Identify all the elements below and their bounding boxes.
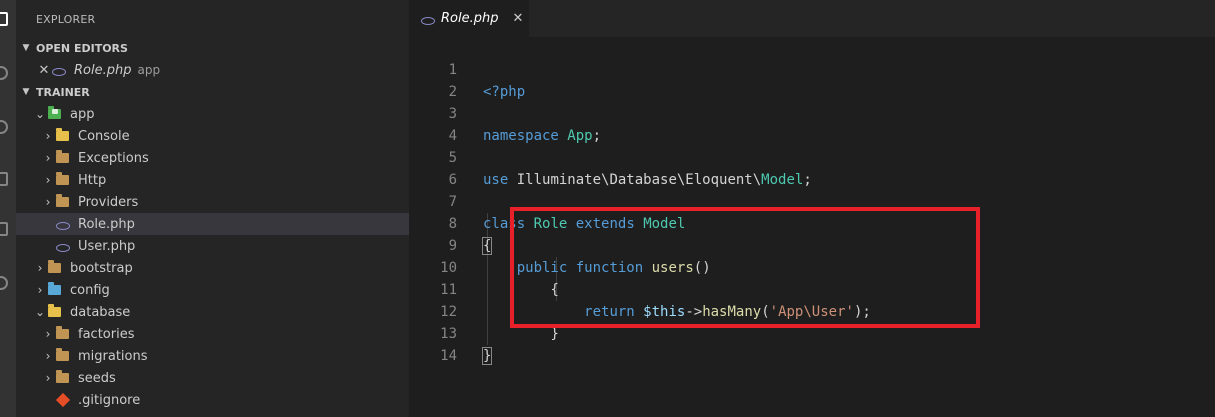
files-icon[interactable] xyxy=(0,12,8,26)
code-line: 1 <?php xyxy=(448,62,526,100)
folder-icon xyxy=(56,172,72,187)
code-line: 9 public function users() xyxy=(448,238,711,276)
chevron-right-icon: › xyxy=(45,151,51,165)
folder-icon xyxy=(56,194,72,209)
chevron-right-icon: › xyxy=(45,349,51,363)
debug-icon[interactable] xyxy=(0,172,8,186)
trainer-header[interactable]: ▼ TRAINER xyxy=(16,81,409,103)
tree-folder-exceptions[interactable]: › Exceptions xyxy=(16,147,409,169)
close-icon[interactable]: ✕ xyxy=(512,11,523,26)
php-file-icon xyxy=(56,239,72,253)
code-line: 5 use Illuminate\Database\Eloquent\Model… xyxy=(448,150,812,188)
tree-folder-app[interactable]: ⌄ app xyxy=(16,103,409,125)
git-icon xyxy=(55,392,72,408)
tree-file-gitignore[interactable]: .gitignore xyxy=(16,389,409,411)
tree-folder-console[interactable]: › Console xyxy=(16,125,409,147)
chevron-right-icon: › xyxy=(45,195,51,209)
open-editors-header[interactable]: ▼ OPEN EDITORS xyxy=(16,37,409,59)
code-line: 3 namespace App; xyxy=(448,106,602,144)
tab-role-php[interactable]: Role.php ✕ xyxy=(409,0,529,37)
config-folder-icon xyxy=(48,282,64,297)
tree-folder-database[interactable]: ⌄ database xyxy=(16,301,409,323)
folder-icon xyxy=(56,150,72,165)
code-line: 14 xyxy=(440,348,457,364)
chevron-right-icon: › xyxy=(45,129,51,143)
chevron-right-icon: › xyxy=(37,283,43,297)
code-editor[interactable]: 1 <?php 2 3 namespace App; 4 5 use Illum… xyxy=(409,37,1215,417)
tree-folder-factories[interactable]: › factories xyxy=(16,323,409,345)
tree-folder-migrations[interactable]: › migrations xyxy=(16,345,409,367)
open-editor-item[interactable]: ✕ Role.php app xyxy=(16,59,409,81)
folder-icon xyxy=(56,326,72,341)
chevron-down-icon: ⌄ xyxy=(34,305,46,319)
folder-icon xyxy=(48,260,64,275)
code-line: 7 class Role extends Model xyxy=(448,194,686,232)
code-line: 10 { xyxy=(440,260,559,298)
folder-icon xyxy=(56,348,72,363)
close-icon[interactable]: ✕ xyxy=(36,63,52,78)
tab-bar: Role.php ✕ xyxy=(409,0,1215,37)
console-folder-icon xyxy=(56,128,72,143)
php-file-icon xyxy=(56,217,72,231)
tree-file-user-php[interactable]: User.php xyxy=(16,235,409,257)
chevron-right-icon: › xyxy=(45,173,51,187)
chevron-down-icon: ▼ xyxy=(22,43,30,53)
explorer-sidebar: EXPLORER ▼ OPEN EDITORS ✕ Role.php app ▼… xyxy=(16,0,409,417)
tree-folder-http[interactable]: › Http xyxy=(16,169,409,191)
chevron-right-icon: › xyxy=(45,371,51,385)
search-icon[interactable] xyxy=(0,66,8,80)
php-file-icon xyxy=(52,63,68,77)
extensions-icon[interactable] xyxy=(0,222,8,236)
app-folder-icon xyxy=(48,106,64,121)
code-line: 4 xyxy=(448,128,457,144)
chevron-down-icon: ▼ xyxy=(22,87,30,97)
code-line: 6 xyxy=(448,172,457,188)
folder-icon xyxy=(56,370,72,385)
code-line: 8 { xyxy=(448,216,493,255)
source-control-icon[interactable] xyxy=(0,120,8,134)
code-line: 2 xyxy=(448,84,457,100)
code-line: 12 } xyxy=(440,304,559,342)
chevron-down-icon: ⌄ xyxy=(34,107,46,121)
code-line: 13 } xyxy=(440,326,493,365)
tree-folder-config[interactable]: › config xyxy=(16,279,409,301)
tree-folder-providers[interactable]: › Providers xyxy=(16,191,409,213)
explorer-title: EXPLORER xyxy=(36,13,96,26)
editor-area: Role.php ✕ 1 <?php 2 3 namespace App; 4 … xyxy=(409,0,1215,417)
activity-bar xyxy=(0,0,16,417)
chevron-right-icon: › xyxy=(45,327,51,341)
tree-folder-bootstrap[interactable]: › bootstrap xyxy=(16,257,409,279)
tree-file-role-php[interactable]: Role.php xyxy=(16,213,409,235)
tree-folder-seeds[interactable]: › seeds xyxy=(16,367,409,389)
remote-icon[interactable] xyxy=(0,276,8,290)
database-folder-icon xyxy=(48,304,64,319)
php-file-icon xyxy=(421,16,435,25)
chevron-right-icon: › xyxy=(37,261,43,275)
code-line: 11 return $this->hasMany('App\User'); xyxy=(440,282,871,320)
